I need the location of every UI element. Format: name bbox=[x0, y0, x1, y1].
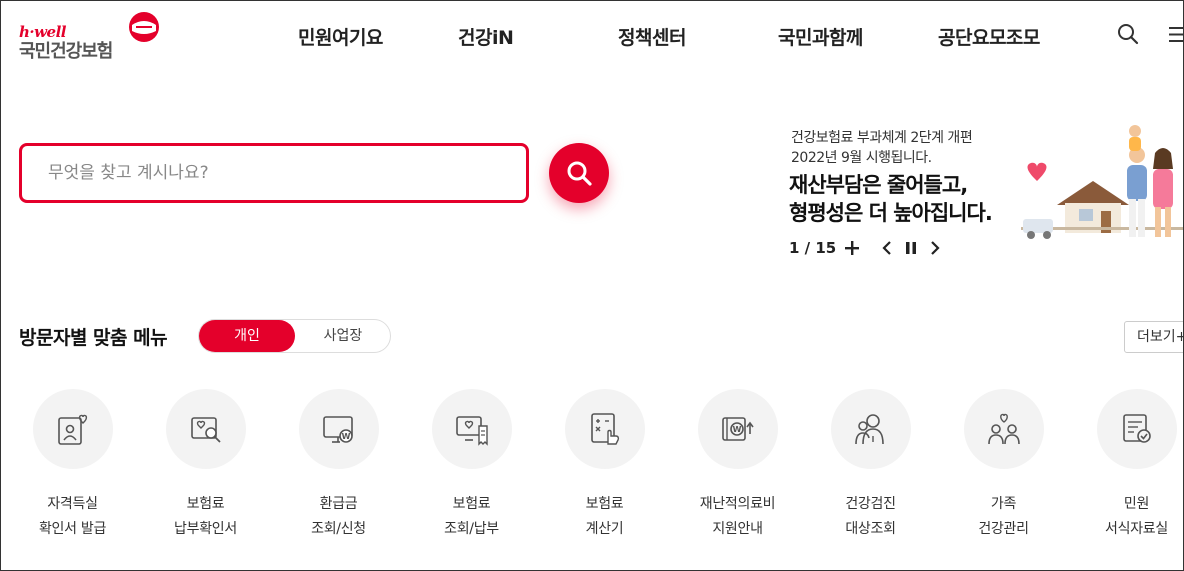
menu-item-icon-wrap bbox=[831, 389, 911, 469]
monitor-won-icon: W bbox=[323, 416, 353, 443]
banner-subtitle-2: 2022년 9월 시행됩니다. bbox=[791, 150, 932, 166]
menu-item-premium-inquiry-payment[interactable]: 보험료 조회/납부 bbox=[405, 389, 538, 549]
search-box bbox=[19, 143, 529, 203]
menu-item-checkup-target-inquiry[interactable]: 건강검진 대상조회 bbox=[804, 389, 937, 549]
won-card-arrow-icon: W bbox=[722, 417, 754, 441]
nav-item-policy-center[interactable]: 정책센터 bbox=[618, 23, 686, 50]
people-checkup-icon bbox=[855, 414, 884, 445]
menu-item-label-1: 환급금 bbox=[319, 496, 358, 512]
menu-item-label-1: 자격득실 bbox=[47, 496, 98, 512]
search-button[interactable] bbox=[549, 143, 609, 203]
banner-title-2: 형평성은 더 높아집니다. bbox=[789, 201, 993, 225]
banner-page-counter: 1 / 15 bbox=[789, 239, 837, 257]
id-card-heart-icon bbox=[58, 414, 88, 445]
menu-item-label-1: 가족 bbox=[990, 496, 1017, 512]
chevron-left-icon[interactable] bbox=[881, 241, 893, 255]
nav-item-with-citizens[interactable]: 국민과함께 bbox=[778, 23, 863, 50]
menu-item-icon-wrap bbox=[565, 389, 645, 469]
menu-item-premium-calculator[interactable]: 보험료 계산기 bbox=[538, 389, 671, 549]
nav-item-about-corp[interactable]: 공단요모조모 bbox=[938, 23, 1040, 50]
nav-item-civil-service[interactable]: 민원여기요 bbox=[298, 23, 383, 50]
pause-icon[interactable] bbox=[905, 242, 917, 254]
menu-item-civil-forms-library[interactable]: 민원 서식자료실 bbox=[1070, 389, 1183, 549]
menu-item-label-1: 건강검진 bbox=[845, 496, 896, 512]
menu-item-label-1: 보험료 bbox=[585, 496, 624, 512]
menu-item-label-1: 민원 bbox=[1123, 496, 1150, 512]
menu-item-label-2: 서식자료실 bbox=[1105, 521, 1168, 537]
menu-item-label-1: 보험료 bbox=[452, 496, 491, 512]
tab-business[interactable]: 사업장 bbox=[295, 320, 391, 352]
svg-text:W: W bbox=[733, 425, 742, 434]
menu-item-label-2: 대상조회 bbox=[845, 521, 896, 537]
menu-item-icon-wrap bbox=[1097, 389, 1177, 469]
form-check-icon bbox=[1123, 414, 1151, 443]
menu-item-icon-wrap bbox=[33, 389, 113, 469]
hamburger-menu-icon[interactable] bbox=[1169, 26, 1184, 43]
svg-text:W: W bbox=[342, 432, 351, 441]
calculator-hand-icon bbox=[591, 413, 620, 445]
family-heart-icon bbox=[988, 413, 1020, 445]
search-icon bbox=[567, 161, 592, 186]
more-button[interactable]: 더보기+ bbox=[1124, 321, 1183, 353]
menu-item-family-health[interactable]: 가족 건강관리 bbox=[937, 389, 1070, 549]
menu-item-icon-wrap bbox=[964, 389, 1044, 469]
menu-item-label-2: 납부확인서 bbox=[174, 521, 237, 537]
section-title-visitor-menu: 방문자별 맞춤 메뉴 bbox=[19, 327, 168, 349]
menu-item-catastrophic-medical-support[interactable]: W 재난적의료비 지원안내 bbox=[671, 389, 804, 549]
menu-item-label-2: 확인서 발급 bbox=[38, 521, 107, 537]
main-nav: 민원여기요 건강iN 정책센터 국민과함께 공단요모조모 bbox=[1, 23, 1183, 49]
menu-item-label-2: 조회/납부 bbox=[444, 521, 499, 537]
search-input[interactable] bbox=[48, 146, 508, 200]
banner-subtitle-1: 건강보험료 부과체계 2단계 개편 bbox=[791, 130, 973, 146]
tab-individual[interactable]: 개인 bbox=[199, 320, 295, 352]
menu-item-icon-wrap bbox=[432, 389, 512, 469]
menu-item-icon-wrap: W bbox=[299, 389, 379, 469]
menu-item-refund-inquiry[interactable]: W 환급금 조회/신청 bbox=[272, 389, 405, 549]
menu-item-label-2: 건강관리 bbox=[978, 521, 1029, 537]
menu-item-label-2: 조회/신청 bbox=[311, 521, 366, 537]
nav-item-health-in[interactable]: 건강iN bbox=[458, 23, 514, 50]
visitor-type-toggle: 개인 사업장 bbox=[198, 319, 391, 353]
menu-item-qualification-certificate[interactable]: 자격득실 확인서 발급 bbox=[6, 389, 139, 549]
document-search-icon bbox=[191, 417, 221, 443]
promo-banner[interactable]: 건강보험료 부과체계 2단계 개편 2022년 9월 시행됩니다. 재산부담은 … bbox=[789, 123, 1183, 273]
menu-item-icon-wrap: W bbox=[698, 389, 778, 469]
menu-item-label-1: 재난적의료비 bbox=[699, 496, 776, 512]
chevron-right-icon[interactable] bbox=[929, 241, 941, 255]
search-icon[interactable] bbox=[1117, 23, 1139, 45]
banner-title-1: 재산부담은 줄어들고, bbox=[789, 173, 968, 197]
plus-icon[interactable] bbox=[845, 241, 859, 255]
menu-item-premium-payment-certificate[interactable]: 보험료 납부확인서 bbox=[139, 389, 272, 549]
menu-item-icon-wrap bbox=[166, 389, 246, 469]
menu-item-label-2: 계산기 bbox=[585, 521, 624, 537]
family-house-illustration bbox=[1021, 125, 1183, 239]
menu-item-label-1: 보험료 bbox=[186, 496, 225, 512]
menu-item-label-2: 지원안내 bbox=[712, 521, 763, 537]
page-frame: h·well 국민건강보험 민원여기요 건강iN 정책센터 국민과함께 공단요모… bbox=[0, 0, 1184, 571]
monitor-receipt-icon bbox=[456, 416, 488, 446]
